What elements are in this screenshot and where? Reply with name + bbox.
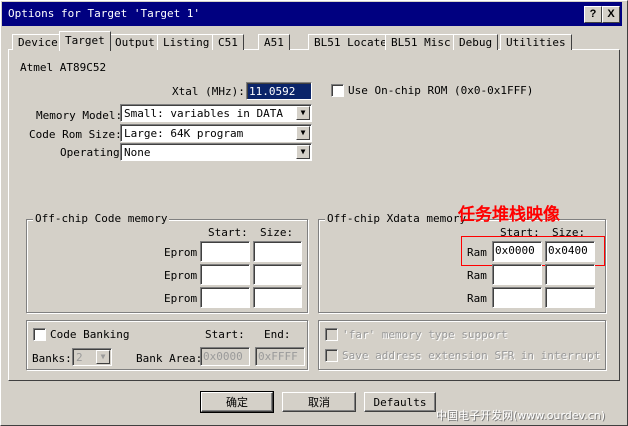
eprom-start-input[interactable]: [200, 264, 250, 285]
operating-select[interactable]: None ▼: [120, 143, 312, 161]
xtal-input[interactable]: 11.0592: [246, 82, 312, 100]
defaults-button[interactable]: Defaults: [364, 392, 436, 412]
operating-label: Operating: [60, 146, 120, 159]
ram-label: Ram: [467, 269, 487, 282]
banks-value: 2: [76, 351, 83, 364]
tab-utilities[interactable]: Utilities: [500, 34, 572, 50]
code-rom-size-label: Code Rom Size:: [29, 128, 122, 141]
chevron-down-icon[interactable]: ▼: [296, 106, 310, 120]
offchip-code-title: Off-chip Code memory: [33, 212, 170, 225]
tab-a51[interactable]: A51: [258, 34, 290, 50]
device-name: Atmel AT89C52: [20, 61, 107, 74]
eprom-size-input[interactable]: [253, 287, 302, 308]
tab-c51[interactable]: C51: [212, 34, 244, 50]
eprom-label: Eprom: [164, 292, 198, 305]
close-button[interactable]: X: [602, 6, 620, 23]
far-memory-checkbox[interactable]: [325, 328, 338, 341]
ram-label: Ram: [467, 246, 487, 259]
cancel-button[interactable]: 取消: [282, 392, 356, 412]
banks-select[interactable]: 2 ▼: [72, 348, 112, 366]
chevron-down-icon[interactable]: ▼: [296, 126, 310, 140]
ram-size-input[interactable]: [545, 287, 595, 308]
eprom-label: Eprom: [164, 269, 198, 282]
operating-value: None: [124, 146, 151, 159]
ram-start-input[interactable]: [492, 264, 542, 285]
save-address-checkbox[interactable]: [325, 349, 338, 362]
eprom-start-input[interactable]: [200, 241, 250, 262]
bank-area-label: Bank Area:: [136, 352, 203, 365]
xtal-label: Xtal (MHz):: [172, 85, 245, 98]
chevron-down-icon[interactable]: ▼: [96, 350, 110, 364]
tab-device[interactable]: Device: [12, 34, 64, 50]
code-banking-start-label: Start:: [205, 328, 245, 341]
chevron-down-icon[interactable]: ▼: [296, 145, 310, 159]
memory-model-select[interactable]: Small: variables in DATA ▼: [120, 104, 312, 122]
offchip-code-size-label: Size:: [260, 226, 294, 239]
offchip-code-start-label: Start:: [208, 226, 248, 239]
ram-size-input[interactable]: [545, 264, 595, 285]
code-banking-end-label: End:: [264, 328, 291, 341]
eprom-start-input[interactable]: [200, 287, 250, 308]
tab-bl51-locate[interactable]: BL51 Locate: [308, 34, 393, 50]
code-banking-label: Code Banking: [50, 328, 130, 341]
offchip-xdata-title: Off-chip Xdata memory: [325, 212, 469, 225]
code-rom-size-select[interactable]: Large: 64K program ▼: [120, 124, 312, 142]
use-onchip-rom-checkbox[interactable]: [331, 84, 344, 97]
memory-model-label: Memory Model:: [36, 109, 123, 122]
ram-label: Ram: [467, 292, 487, 305]
eprom-label: Eprom: [164, 246, 198, 259]
bank-area-start-input[interactable]: 0x0000: [200, 347, 250, 366]
ram-start-input[interactable]: 0x0000: [492, 241, 542, 262]
help-button[interactable]: ?: [584, 6, 602, 23]
bank-area-end-input[interactable]: 0xFFFF: [255, 347, 305, 366]
title-bar: Options for Target 'Target 1' ? X: [2, 2, 622, 26]
code-rom-size-value: Large: 64K program: [124, 127, 244, 140]
ram-size-input[interactable]: 0x0400: [545, 241, 595, 262]
watermark-text: 中国电子开发网(www.ourdev.cn): [436, 409, 606, 422]
save-address-label: Save address extension SFR in interrupt: [342, 349, 601, 362]
window-title: Options for Target 'Target 1': [8, 7, 201, 20]
tab-target[interactable]: Target: [59, 31, 111, 51]
ram-start-input[interactable]: [492, 287, 542, 308]
tab-debug[interactable]: Debug: [453, 34, 499, 50]
eprom-size-input[interactable]: [253, 241, 302, 262]
eprom-size-input[interactable]: [253, 264, 302, 285]
tab-listing[interactable]: Listing: [157, 34, 216, 50]
banks-label: Banks:: [32, 352, 72, 365]
annotation-text: 任务堆栈映像: [458, 205, 560, 225]
tab-output[interactable]: Output: [109, 34, 161, 50]
memory-model-value: Small: variables in DATA: [124, 107, 283, 120]
ok-button[interactable]: 确定: [200, 391, 274, 413]
far-memory-label: 'far' memory type support: [342, 328, 508, 341]
use-onchip-rom-label: Use On-chip ROM (0x0-0x1FFF): [348, 84, 534, 97]
tab-bl51-misc[interactable]: BL51 Misc: [385, 34, 457, 50]
code-banking-checkbox[interactable]: [33, 328, 46, 341]
